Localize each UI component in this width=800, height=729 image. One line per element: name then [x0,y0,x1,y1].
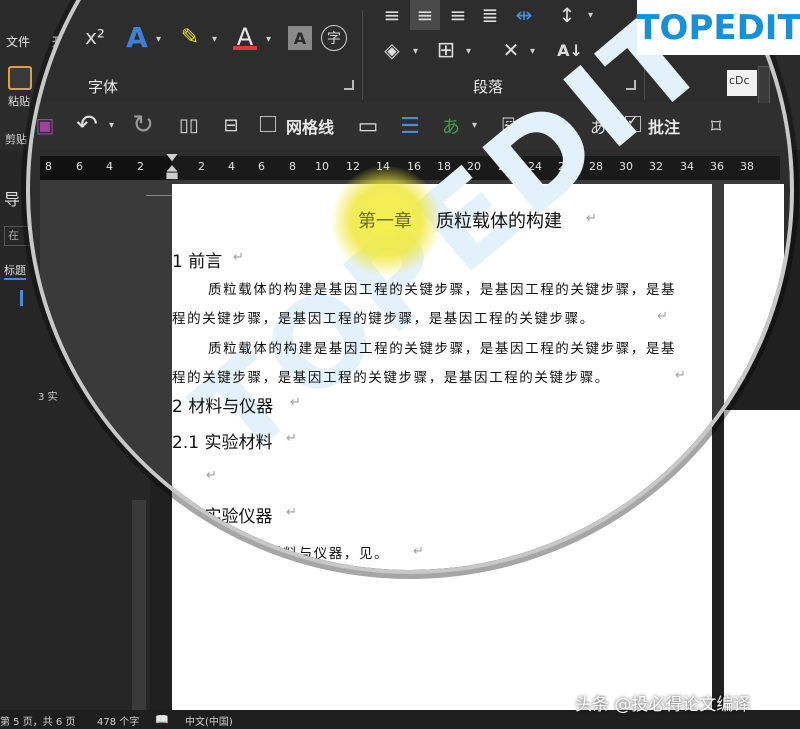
enclose-characters-icon[interactable]: 字 [321,25,347,51]
ruler-tick: 12 [346,160,360,173]
font-dialog-launcher-icon[interactable] [344,80,354,90]
character-shading-icon[interactable]: A [288,26,312,50]
paste-icon[interactable] [8,66,32,90]
vertical-ruler-lens [132,500,146,570]
font-color-swatch [233,46,257,50]
chevron-down-icon[interactable]: ▾ [109,120,114,131]
paragraph-mark: ↵ [586,211,597,226]
ruler-tick: 6 [258,160,265,173]
navigation-pane-title: 导 [4,190,21,209]
ruler-tick: 2 [198,160,205,173]
chevron-down-icon[interactable]: ▾ [413,46,418,57]
ruler-tick: 10 [315,160,329,173]
superscript-icon[interactable]: x² [82,22,108,52]
justify-icon[interactable]: ≣ [476,0,504,30]
document-page-next [724,184,784,570]
status-word-count[interactable]: 478 个字 [97,713,139,728]
header-icon[interactable]: ▭ [354,112,382,140]
heading-preface: 1 前言 [172,252,223,272]
align-left-icon[interactable]: ≡ [378,0,406,30]
undo-icon[interactable]: ↶ [72,110,102,140]
clipboard-group-label: 剪贴 [5,133,27,146]
watermark-credit: 头条 @投必得论文编译 [575,695,751,715]
paragraph-group-label: 段落 [473,78,504,96]
align-right-icon[interactable]: ≡ [444,0,472,30]
page-break-icon[interactable]: ☰ [396,112,424,140]
align-center-icon[interactable]: ≡ [410,0,440,30]
asian-layout-icon[interactable]: ✕ [496,35,526,65]
ruler-tick: 32 [649,160,663,173]
magnifier-lens: x² A ▾ ✎ ▾ A ▾ A 字 字体 ≡ ≡ ≡ ≣ ⇹ ↕ ▾ ◈ ▾ … [30,0,790,570]
heading-materials: 2 材料与仪器 [172,397,274,417]
print-layout-icon[interactable]: ⊟ [218,112,244,138]
chevron-down-icon[interactable]: ▾ [212,34,217,45]
distributed-icon[interactable]: ⇹ [510,0,538,30]
paragraph-2-line-1: 质粒载体的构建是基因工程的关键步骤，是基因工程的关键步骤，是基 [208,341,677,357]
paragraph-mark: ↵ [290,395,301,410]
ruler-tick: 34 [680,160,694,173]
ruler-tick: 4 [106,160,113,173]
paragraph-mark: ↵ [286,431,297,446]
paragraph-1-line-1: 质粒载体的构建是基因工程的关键步骤，是基因工程的关键步骤，是基 [208,282,677,298]
ruler-tick: 2 [137,160,144,173]
ruler-tick: 36 [710,160,724,173]
chevron-down-icon[interactable]: ▾ [266,34,271,45]
paste-button-label[interactable]: 粘贴 [8,93,30,109]
ruler-tick: 8 [289,160,296,173]
chevron-down-icon[interactable]: ▾ [156,34,161,45]
proofing-icon[interactable]: 📖 [155,713,169,726]
status-language[interactable]: 中文(中国) [185,713,233,728]
read-mode-icon[interactable]: ▯▯ [176,112,202,138]
navigation-heading-marker [20,290,23,306]
ruler-tick: 6 [76,160,83,173]
chapter-label: 第一章 [358,211,412,232]
paragraph-mark: ↵ [657,309,668,324]
ruler-tick: 4 [228,160,235,173]
shading-icon[interactable]: ◈ [378,35,406,65]
chapter-title: 质粒载体的构建 [436,211,562,232]
chevron-down-icon[interactable]: ▾ [466,46,471,57]
redo-icon[interactable]: ↻ [128,110,158,140]
paragraph-mark: ↵ [233,250,244,265]
line-spacing-icon[interactable]: ↕ [553,0,581,30]
heading-experimental-materials: 2.1 实验材料 [172,433,273,453]
paragraph-1-line-2: 程的关键步骤，是基因工程的键步骤，是基因工程的关键步骤。 [172,311,595,327]
text-effects-icon[interactable]: A [120,20,154,54]
status-page-info[interactable]: 第 5 页，共 6 页 [0,713,75,728]
new-comment-icon[interactable]: ⌑ [702,112,730,140]
paragraph-3: 实验所用材料与仪器，见。 [208,546,390,562]
paragraph-mark: ↵ [206,468,217,483]
gridlines-label: 网格线 [286,118,335,137]
chevron-down-icon[interactable]: ▾ [530,46,535,57]
save-icon[interactable]: ▣ [32,112,58,138]
app-window: 文件 开 粘贴 剪贴 导 在 标题 3 实 x² A ▾ ✎ ▾ A ▾ A 字… [0,0,800,729]
ruler-tick: 8 [45,160,52,173]
ruler-tick: 38 [740,160,754,173]
chevron-down-icon[interactable]: ▾ [588,10,593,21]
gridlines-checkbox[interactable] [260,116,276,132]
font-group-label: 字体 [88,78,119,96]
navigation-tab-headings[interactable]: 标题 [4,262,26,280]
page-corner-mark [146,186,172,196]
paragraph-mark: ↵ [286,505,297,520]
group-divider [362,10,363,100]
paragraph-mark: ↵ [675,368,686,383]
logo-text: TOPEDIT [636,7,800,48]
indent-marker-icon[interactable] [165,154,179,180]
highlight-color-icon[interactable]: ✎ [175,20,205,54]
heading-experimental-instruments: 2.2 实验仪器 [172,507,273,527]
paragraph-2-line-2: 程的关键步骤，是基因工程的关键步骤，是基因工程的关键步骤。 [172,370,610,386]
tab-file[interactable]: 文件 [6,33,30,50]
borders-icon[interactable]: ⊞ [432,35,460,65]
paragraph-mark: ↵ [413,544,424,559]
topedit-logo: TOPEDIT [636,0,800,55]
